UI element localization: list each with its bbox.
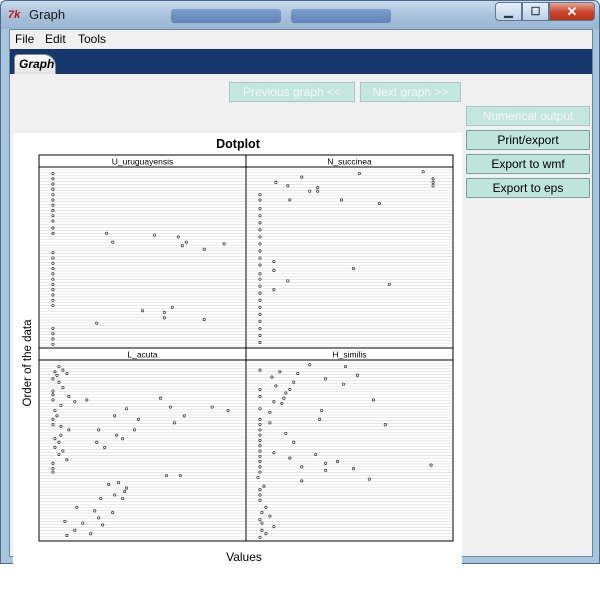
window-title: Graph — [29, 7, 66, 22]
panel-frame — [38, 347, 247, 542]
background-window-title — [291, 9, 391, 23]
close-button[interactable]: ✕ — [549, 2, 595, 21]
panel-L_acuta: L_acuta — [38, 347, 247, 542]
graph-panel: Previous graph << Next graph >> Numerica… — [10, 74, 592, 592]
app-window: 7k Graph ▁ ☐ ✕ File Edit Tools Graph Pre… — [0, 0, 600, 592]
tk-feather-icon: 7k — [8, 9, 21, 21]
maximize-icon: ☐ — [530, 6, 541, 18]
client-area: File Edit Tools Graph Previous graph << … — [9, 29, 593, 592]
panel-label: H_similis — [333, 350, 367, 360]
title-bar[interactable]: 7k Graph ▁ ☐ ✕ — [1, 1, 599, 29]
minimize-icon: ▁ — [504, 6, 513, 18]
panel-label: U_uruguayensis — [112, 157, 173, 167]
minimize-button[interactable]: ▁ — [495, 2, 522, 21]
maximize-button[interactable]: ☐ — [522, 2, 549, 21]
panel-frame — [245, 154, 454, 349]
panel-label: L_acuta — [127, 350, 158, 360]
next-graph-button[interactable]: Next graph >> — [360, 82, 461, 102]
panel-label: N_succinea — [327, 157, 372, 167]
export-eps-button[interactable]: Export to eps — [466, 178, 590, 198]
background-window-title — [171, 9, 281, 23]
previous-graph-button[interactable]: Previous graph << — [229, 82, 355, 102]
panel-H_similis: H_similis — [245, 347, 454, 542]
menu-tools[interactable]: Tools — [78, 32, 106, 46]
panel-U_uruguayensis: U_uruguayensis — [38, 154, 247, 349]
menu-bar: File Edit Tools — [10, 30, 592, 49]
dotplot-chart: Dotplot Values Order of the data U_urugu… — [13, 133, 462, 592]
chart-title: Dotplot — [216, 137, 261, 151]
panel-N_succinea: N_succinea — [245, 154, 454, 349]
close-icon: ✕ — [566, 3, 578, 19]
x-axis-label: Values — [226, 550, 262, 564]
tab-strip: Graph — [10, 49, 592, 74]
menu-file[interactable]: File — [15, 32, 34, 46]
numerical-output-button[interactable]: Numerical output — [466, 106, 590, 126]
print-export-button[interactable]: Print/export — [466, 130, 590, 150]
menu-edit[interactable]: Edit — [45, 32, 66, 46]
tab-graph[interactable]: Graph — [14, 54, 56, 74]
panel-frame — [38, 154, 247, 349]
panel-frame — [245, 347, 454, 542]
y-axis-label: Order of the data — [22, 319, 34, 407]
export-wmf-button[interactable]: Export to wmf — [466, 154, 590, 174]
